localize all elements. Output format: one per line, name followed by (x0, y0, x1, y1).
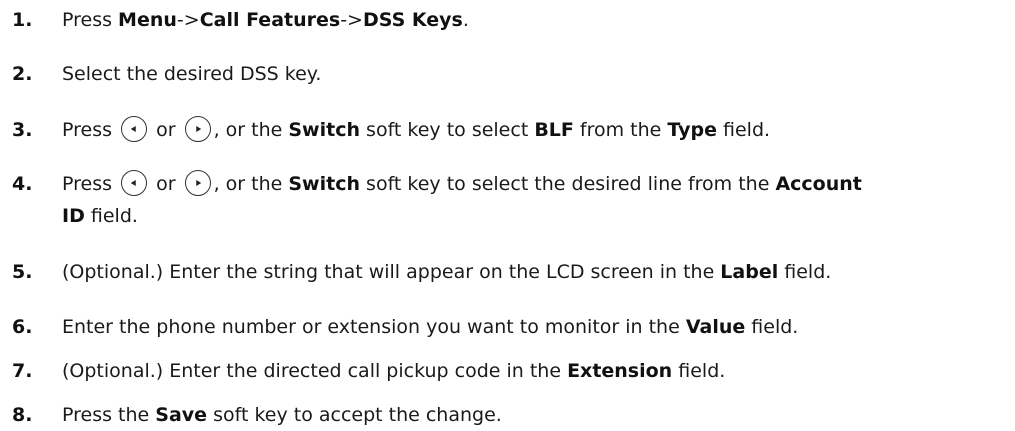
account-term: Account (775, 173, 862, 195)
text-run: soft key to accept the change. (207, 404, 502, 426)
left-arrow-key-icon (121, 169, 148, 196)
id-term: ID (62, 205, 85, 227)
step-number: 3. (12, 119, 33, 141)
left-arrow-key-icon (121, 115, 148, 142)
right-arrow-key-icon (184, 169, 211, 196)
text-run: , or the (213, 119, 289, 141)
text-run: . (462, 9, 469, 31)
value-term: Value (685, 316, 746, 338)
text-run: field. (778, 261, 832, 283)
step-number: 2. (12, 63, 33, 85)
text-run: from the (573, 119, 668, 141)
text-run: field. (84, 205, 138, 227)
text-run: field. (745, 316, 799, 338)
text-run: Press the (62, 404, 156, 426)
step-text: (Optional.) Enter the string that will a… (62, 256, 1005, 288)
text-run: soft key to select (360, 119, 535, 141)
text-run: (Optional.) Enter the directed call pick… (62, 360, 568, 382)
text-run: Press (62, 119, 113, 141)
menu-term: Menu (118, 9, 177, 31)
save-term: Save (155, 404, 208, 426)
type-term: Type (667, 119, 717, 141)
step-number: 1. (12, 9, 33, 31)
text-run: field. (672, 360, 726, 382)
text-run: or (156, 119, 176, 141)
text-run: or (156, 173, 176, 195)
text-run: soft key to select the desired line from… (360, 173, 776, 195)
text-run: -> (176, 9, 200, 31)
switch-term: Switch (288, 173, 360, 195)
extension-term: Extension (567, 360, 673, 382)
switch-term: Switch (288, 119, 360, 141)
step-number: 6. (12, 316, 33, 338)
step-number: 8. (12, 404, 33, 426)
call-features-term: Call Features (199, 9, 341, 31)
text-run: (Optional.) Enter the string that will a… (62, 261, 721, 283)
step-text: Press Menu->Call Features->DSS Keys. (62, 4, 1005, 36)
text-run: -> (340, 9, 363, 31)
step-text: Enter the phone number or extension you … (62, 311, 1005, 343)
step-text: Press or , or the Switch soft key to sel… (62, 114, 1005, 146)
step-text: Press the Save soft key to accept the ch… (62, 399, 1005, 431)
step-text: Press or , or the Switch soft key to sel… (62, 168, 1005, 232)
text-run: Press (62, 173, 113, 195)
text-run: Enter the phone number or extension you … (62, 316, 686, 338)
step-text: Select the desired DSS key. (62, 63, 322, 85)
dss-keys-term: DSS Keys (362, 9, 463, 31)
label-term: Label (720, 261, 779, 283)
step-number: 7. (12, 360, 33, 382)
right-arrow-key-icon (184, 115, 211, 142)
step-number: 4. (12, 173, 33, 195)
step-number: 5. (12, 261, 33, 283)
text-run: field. (716, 119, 771, 141)
step-text: (Optional.) Enter the directed call pick… (62, 355, 1005, 387)
blf-term: BLF (534, 119, 574, 141)
text-run: Press (62, 9, 119, 31)
text-run: , or the (213, 173, 289, 195)
